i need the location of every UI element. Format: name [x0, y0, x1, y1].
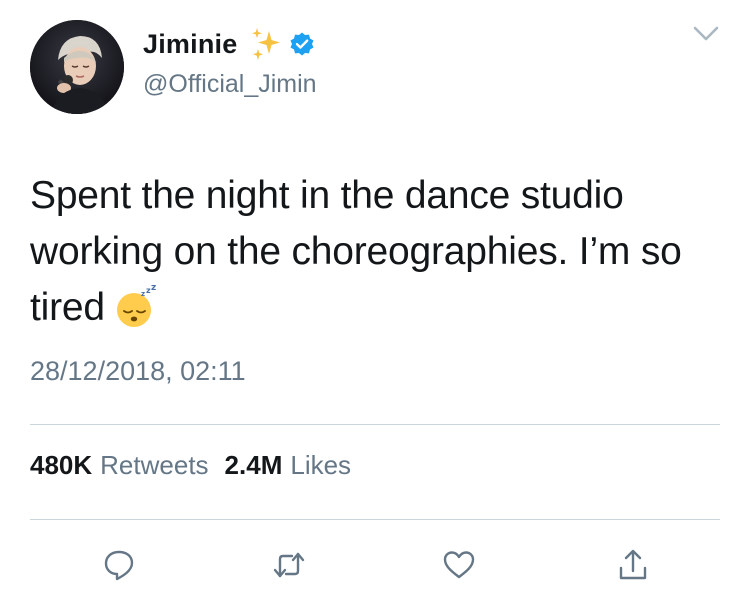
display-name[interactable]: Jiminie: [143, 29, 237, 60]
svg-text:z: z: [141, 290, 145, 298]
more-options-chevron-down-icon[interactable]: [692, 22, 720, 46]
user-name-row: Jiminie: [143, 24, 315, 64]
sleeping-face-emoji-icon: z z z: [116, 284, 156, 327]
retweet-button[interactable]: [272, 548, 306, 582]
tweet-stats: 480K Retweets 2.4M Likes: [30, 450, 367, 481]
reply-icon: [104, 550, 134, 581]
retweets-count[interactable]: 480K: [30, 450, 92, 481]
reply-button[interactable]: [102, 548, 136, 582]
share-button[interactable]: [616, 548, 650, 582]
verified-badge-icon: [290, 32, 314, 56]
avatar[interactable]: [30, 20, 124, 114]
tweet-timestamp[interactable]: 28/12/2018, 02:11: [30, 356, 246, 387]
user-handle[interactable]: @Official_Jimin: [143, 70, 317, 99]
retweet-icon: [273, 552, 305, 578]
divider: [30, 424, 720, 425]
divider: [30, 519, 720, 520]
sparkles-icon: [252, 28, 281, 60]
avatar-photo: [30, 20, 124, 114]
likes-label[interactable]: Likes: [290, 450, 351, 481]
retweets-label[interactable]: Retweets: [100, 450, 208, 481]
like-icon: [443, 551, 475, 579]
likes-count[interactable]: 2.4M: [225, 450, 283, 481]
like-button[interactable]: [442, 548, 476, 582]
svg-text:z: z: [151, 284, 156, 293]
share-icon: [619, 549, 647, 580]
tweet-text: Spent the night in the dance studio work…: [30, 168, 720, 336]
